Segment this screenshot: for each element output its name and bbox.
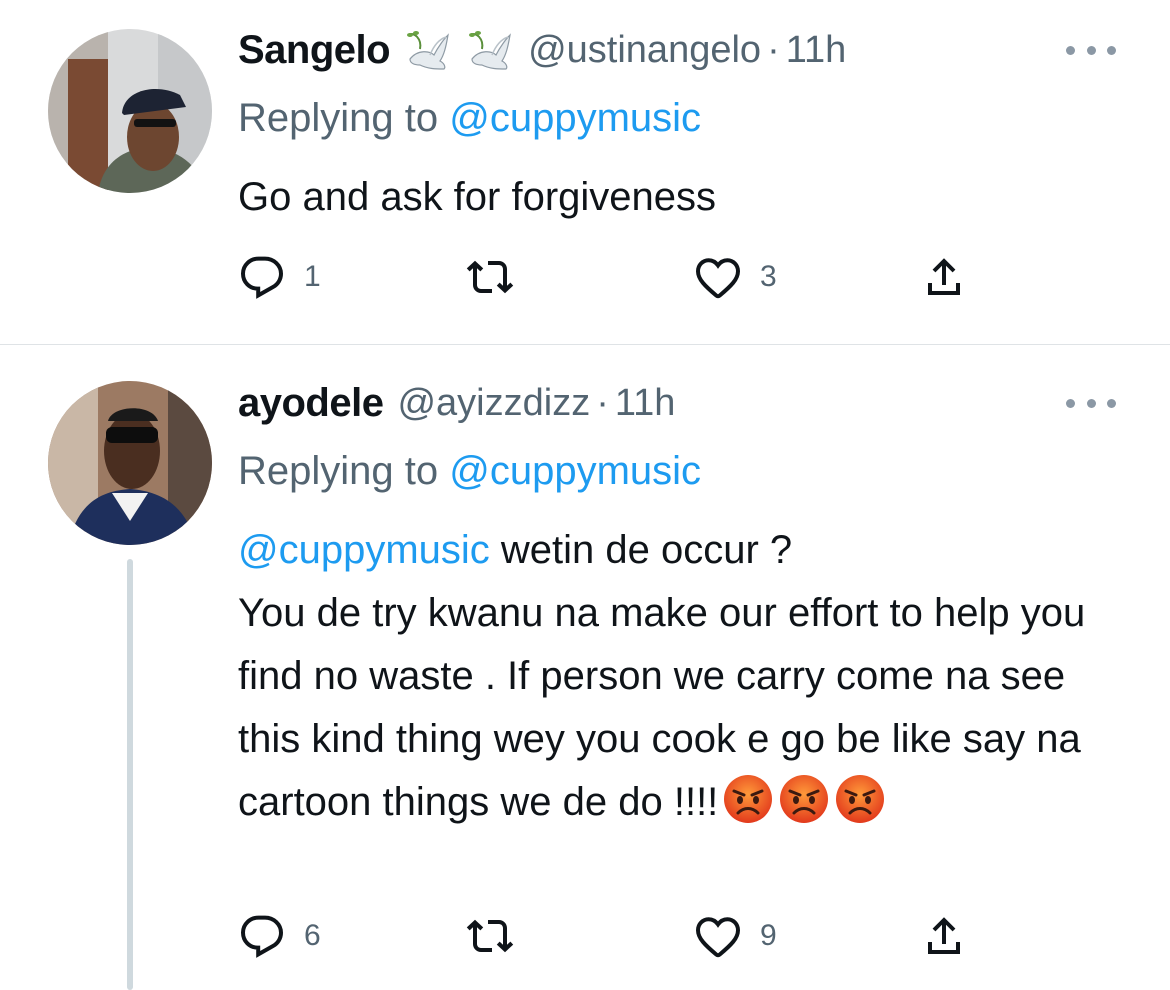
avatar-photo (48, 381, 212, 545)
reply-button[interactable]: 1 (238, 252, 321, 302)
dove-icon (462, 25, 514, 75)
reply-count: 1 (304, 260, 321, 293)
like-count: 3 (760, 260, 777, 293)
reply-icon (240, 256, 284, 299)
display-name[interactable]: ayodele (238, 381, 384, 426)
replying-prefix: Replying to (238, 96, 439, 140)
retweet-button[interactable] (466, 911, 532, 961)
retweet-icon (466, 260, 514, 294)
timestamp[interactable]: 11h (615, 382, 676, 425)
share-button[interactable] (920, 252, 968, 302)
tweet-ayodele[interactable]: ayodele @ayizzdizz · 11h Replying to @cu… (0, 345, 1170, 990)
display-name[interactable]: Sangelo (238, 28, 391, 73)
share-button[interactable] (920, 911, 968, 961)
reply-count: 6 (304, 919, 321, 952)
tweet-text: Go and ask for forgiveness (238, 175, 717, 219)
avatar-photo (48, 29, 212, 193)
text-line-1: wetin de occur ? (489, 528, 793, 572)
like-button[interactable]: 3 (694, 252, 777, 302)
user-handle[interactable]: @ayizzdizz (397, 382, 590, 425)
replying-to-line: Replying to @cuppymusic (238, 96, 701, 141)
tweet-sangelo[interactable]: Sangelo @ustinangelo · 11h Replying to @… (0, 0, 1170, 345)
replying-to-line: Replying to @cuppymusic (238, 449, 701, 494)
avatar[interactable] (48, 381, 212, 545)
tweet-actions: 1 3 (238, 252, 978, 302)
tweet-header: Sangelo @ustinangelo · 11h (238, 22, 846, 78)
angry-face-icon (722, 773, 774, 825)
retweet-icon (466, 919, 514, 953)
thread-line (127, 559, 133, 990)
replying-to-mention[interactable]: @cuppymusic (449, 96, 701, 140)
text-rest: You de try kwanu na make our effort to h… (238, 591, 1086, 824)
dove-icon (400, 25, 452, 75)
like-button[interactable]: 9 (694, 911, 777, 961)
tweet-header: ayodele @ayizzdizz · 11h (238, 375, 675, 431)
replying-to-mention[interactable]: @cuppymusic (449, 449, 701, 493)
text-mention[interactable]: @cuppymusic (238, 528, 490, 572)
retweet-button[interactable] (466, 252, 532, 302)
share-icon (928, 917, 960, 954)
angry-face-icon (834, 773, 886, 825)
like-count: 9 (760, 919, 777, 952)
heart-icon (695, 258, 741, 299)
tweet-actions: 6 9 (238, 911, 978, 961)
user-handle[interactable]: @ustinangelo (528, 29, 761, 72)
share-icon (928, 258, 960, 295)
timestamp[interactable]: 11h (786, 29, 847, 72)
angry-face-icon (778, 773, 830, 825)
tweet-text: @cuppymusic wetin de occur ? You de try … (238, 519, 1118, 834)
reply-button[interactable]: 6 (238, 911, 321, 961)
separator-dot: · (767, 28, 780, 71)
reply-icon (240, 915, 284, 958)
heart-icon (695, 917, 741, 958)
avatar[interactable] (48, 29, 212, 193)
separator-dot: · (596, 381, 609, 424)
more-options-icon[interactable] (1066, 393, 1116, 413)
more-options-icon[interactable] (1066, 40, 1116, 60)
replying-prefix: Replying to (238, 449, 439, 493)
